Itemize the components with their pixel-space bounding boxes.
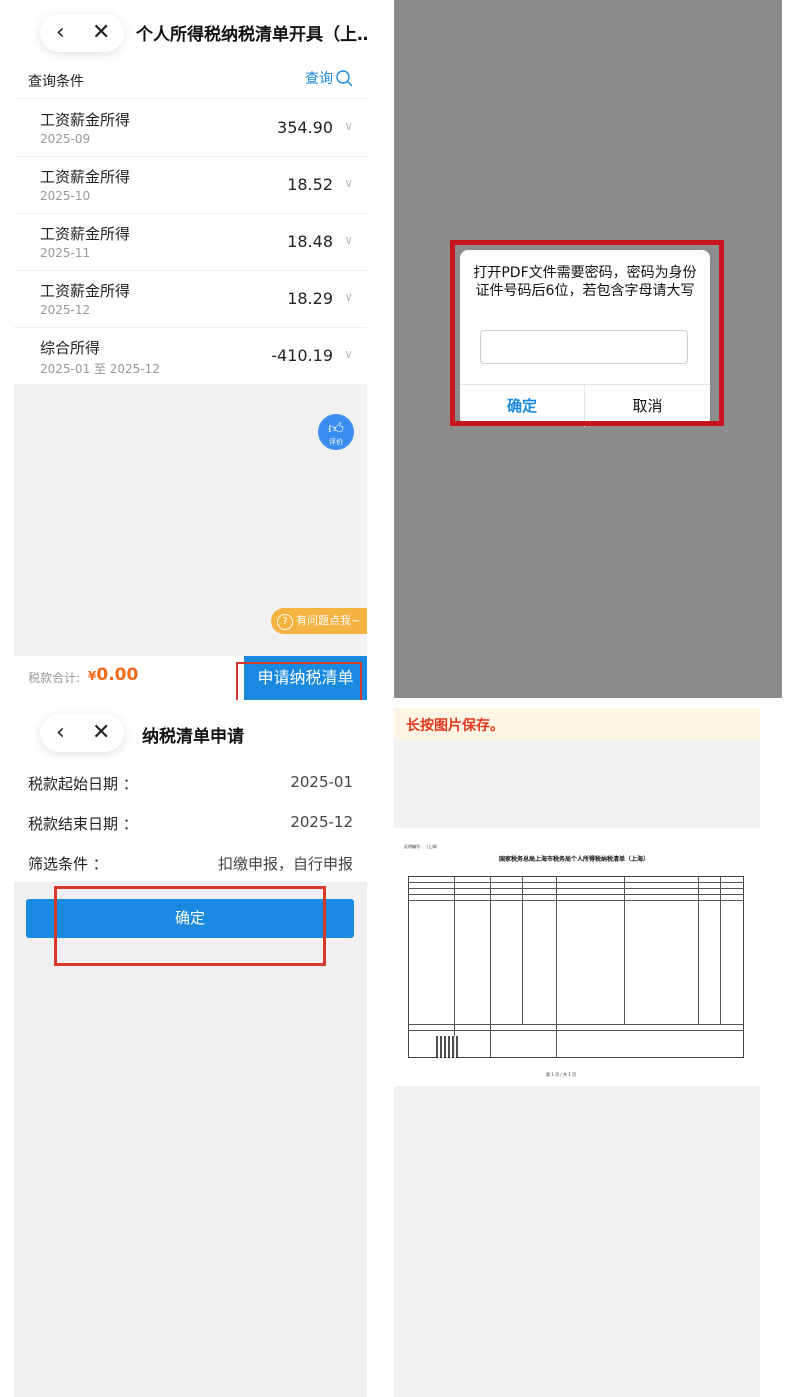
filter-row[interactable]: 筛选条件 ： 扣缴申报，自行申报 xyxy=(14,842,367,882)
question-icon: ? xyxy=(277,614,293,630)
doc-rule xyxy=(408,888,744,889)
nav-capsule: ‹ ✕ xyxy=(40,714,124,752)
doc-number: 证明编号：（上海） xyxy=(404,844,440,849)
item-date: 2025-09 xyxy=(40,132,91,146)
field-label: 税款结束日期 ： xyxy=(28,815,138,833)
chevron-down-icon[interactable]: ∨ xyxy=(344,119,353,133)
close-icon[interactable]: ✕ xyxy=(92,720,110,745)
doc-col xyxy=(698,876,699,1024)
field-value: 扣缴申报，自行申报 xyxy=(217,855,353,873)
close-icon[interactable]: ✕ xyxy=(92,20,110,45)
tax-list-screen: ‹ ✕ 个人所得税纳税清单开具（上… 查询条件 查询 工资薪金所得 2025-0… xyxy=(14,0,367,700)
field-label: 筛选条件 ： xyxy=(28,855,108,873)
list-item[interactable]: 工资薪金所得 2025-09 354.90 ∨ xyxy=(14,99,367,157)
doc-rule xyxy=(408,1030,744,1031)
doc-rule xyxy=(408,1024,744,1025)
item-amount: 18.48 xyxy=(287,232,333,251)
highlight-box xyxy=(450,240,724,426)
chevron-left-icon[interactable]: ‹ xyxy=(56,20,65,45)
page-title: 个人所得税纳税清单开具（上… xyxy=(136,25,367,45)
rate-label: 评价 xyxy=(329,438,343,446)
sum-label: 税款合计: xyxy=(28,671,81,685)
list-item[interactable]: 综合所得 2025-01 至 2025-12 -410.19 ∨ xyxy=(14,327,367,384)
list-item[interactable]: 工资薪金所得 2025-12 18.29 ∨ xyxy=(14,270,367,328)
query-bar: 查询条件 查询 xyxy=(14,64,367,99)
nav-bar: ‹ ✕ 个人所得税纳税清单开具（上… xyxy=(14,0,367,64)
item-date: 2025-01 至 2025-12 xyxy=(40,362,160,376)
save-hint-bar: 长按图片保存。 xyxy=(394,708,760,740)
sum-amount: 0.00 xyxy=(96,665,139,685)
doc-title: 国家税务总局上海市税务局个人所得税纳税清单（上海） xyxy=(498,856,649,863)
search-icon xyxy=(336,70,353,87)
tax-list-document-image[interactable]: 证明编号：（上海） 国家税务总局上海市税务局个人所得税纳税清单（上海） 第 1 … xyxy=(394,828,760,1086)
rate-button[interactable]: 👍︎ 评价 xyxy=(318,414,354,450)
item-title: 工资薪金所得 xyxy=(40,282,131,300)
nav-capsule: ‹ ✕ xyxy=(40,14,124,52)
sum-value: ¥0.00 xyxy=(88,665,138,685)
item-date: 2025-12 xyxy=(40,303,91,317)
page-title: 纳税清单申请 xyxy=(142,727,244,747)
field-value: 2025-01 xyxy=(290,773,353,791)
highlight-box xyxy=(54,886,326,966)
item-amount: 18.52 xyxy=(287,175,333,194)
doc-col xyxy=(522,876,523,1024)
help-button[interactable]: ? 有问题点我~ xyxy=(271,608,367,634)
doc-rule xyxy=(408,882,744,883)
field-label: 税款起始日期 ： xyxy=(28,775,138,793)
query-label: 查询条件 xyxy=(28,74,84,90)
item-amount: -410.19 xyxy=(271,346,333,365)
doc-col xyxy=(556,876,557,1058)
chevron-down-icon[interactable]: ∨ xyxy=(344,347,353,361)
password-dialog-screen: 打开PDF文件需要密码，密码为身份证件号码后6位，若包含字母请大写 确定 取消 xyxy=(394,0,782,698)
list-item[interactable]: 工资薪金所得 2025-10 18.52 ∨ xyxy=(14,156,367,214)
query-button-label: 查询 xyxy=(305,71,333,87)
qr-code xyxy=(436,1036,458,1058)
chevron-down-icon[interactable]: ∨ xyxy=(344,290,353,304)
thumbs-up-icon: 👍︎ xyxy=(328,419,344,437)
start-date-row[interactable]: 税款起始日期 ： 2025-01 xyxy=(14,762,367,802)
chevron-down-icon[interactable]: ∨ xyxy=(344,176,353,190)
doc-rule xyxy=(408,894,744,895)
list-item[interactable]: 工资薪金所得 2025-11 18.48 ∨ xyxy=(14,213,367,271)
item-amount: 18.29 xyxy=(287,289,333,308)
save-hint: 长按图片保存。 xyxy=(406,718,504,734)
doc-col xyxy=(720,876,721,1024)
doc-rule xyxy=(408,900,744,901)
doc-col xyxy=(454,876,455,1058)
nav-bar: ‹ ✕ 纳税清单申请 xyxy=(14,700,367,764)
apply-screen: ‹ ✕ 纳税清单申请 税款起始日期 ： 2025-01 税款结束日期 ： 202… xyxy=(14,700,367,1397)
item-title: 工资薪金所得 xyxy=(40,168,131,186)
field-value: 2025-12 xyxy=(290,813,353,831)
item-title: 工资薪金所得 xyxy=(40,111,131,129)
help-label: 有问题点我~ xyxy=(296,614,361,627)
item-amount: 354.90 xyxy=(277,118,333,137)
item-title: 综合所得 xyxy=(40,339,101,357)
document-preview-screen: 长按图片保存。 证明编号：（上海） 国家税务总局上海市税务局个人所得税纳税清单（… xyxy=(394,708,760,1397)
doc-col xyxy=(624,876,625,1024)
chevron-down-icon[interactable]: ∨ xyxy=(344,233,353,247)
highlight-box xyxy=(236,662,362,700)
chevron-left-icon[interactable]: ‹ xyxy=(56,720,65,745)
doc-col xyxy=(490,876,491,1058)
query-button[interactable]: 查询 xyxy=(305,68,353,88)
doc-page-number: 第 1 页 / 共 1 页 xyxy=(546,1072,577,1077)
item-date: 2025-10 xyxy=(40,189,91,203)
item-title: 工资薪金所得 xyxy=(40,225,131,243)
item-date: 2025-11 xyxy=(40,246,91,260)
end-date-row[interactable]: 税款结束日期 ： 2025-12 xyxy=(14,802,367,842)
